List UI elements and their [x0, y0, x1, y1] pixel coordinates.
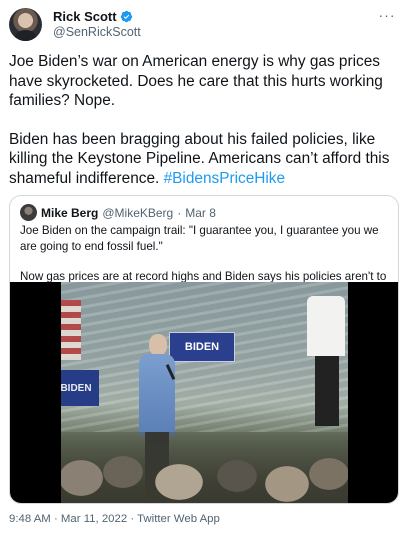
- quoted-author-avatar: [20, 204, 37, 221]
- video-person-right: [307, 296, 345, 356]
- video-person-right-legs: [315, 356, 339, 426]
- tweet-header: Rick Scott @SenRickScott ···: [9, 8, 399, 44]
- display-name-row: Rick Scott: [53, 9, 141, 24]
- video-player[interactable]: BIDEN BIDEN: [10, 282, 398, 503]
- quoted-author-name: Mike Berg: [41, 205, 99, 220]
- hashtag-link[interactable]: #BidensPriceHike: [164, 170, 285, 187]
- video-frame: BIDEN BIDEN: [61, 282, 348, 503]
- video-speaker-head: [149, 334, 167, 356]
- quoted-date: Mar 8: [185, 205, 216, 220]
- video-sign-main: BIDEN: [169, 332, 235, 362]
- quoted-author-handle: @MikeKBerg: [102, 205, 174, 220]
- tweet-card: Rick Scott @SenRickScott ··· Joe Biden’s…: [0, 0, 408, 534]
- quoted-tweet-header: Mike Berg @MikeKBerg · Mar 8: [20, 204, 216, 221]
- tweet-paragraph-2: Biden has been bragging about his failed…: [9, 130, 401, 189]
- verified-badge-icon: [120, 10, 132, 23]
- author-avatar[interactable]: [9, 8, 42, 41]
- video-flag: [61, 300, 81, 360]
- video-sign-left: BIDEN: [61, 370, 99, 406]
- quoted-tweet[interactable]: Mike Berg @MikeKBerg · Mar 8 Joe Biden o…: [9, 195, 399, 504]
- author-handle[interactable]: @SenRickScott: [53, 25, 141, 39]
- quoted-paragraph-1: Joe Biden on the campaign trail: "I guar…: [20, 224, 379, 253]
- tweet-footer-meta[interactable]: 9:48 AM · Mar 11, 2022 · Twitter Web App: [9, 513, 220, 525]
- author-name-block: Rick Scott @SenRickScott: [53, 9, 141, 39]
- more-options-icon[interactable]: ···: [377, 8, 397, 24]
- quoted-separator: ·: [177, 205, 182, 220]
- author-display-name[interactable]: Rick Scott: [53, 9, 117, 24]
- tweet-paragraph-1: Joe Biden’s war on American energy is wh…: [9, 53, 383, 109]
- video-crowd: [61, 432, 348, 503]
- tweet-body: Joe Biden’s war on American energy is wh…: [9, 52, 401, 207]
